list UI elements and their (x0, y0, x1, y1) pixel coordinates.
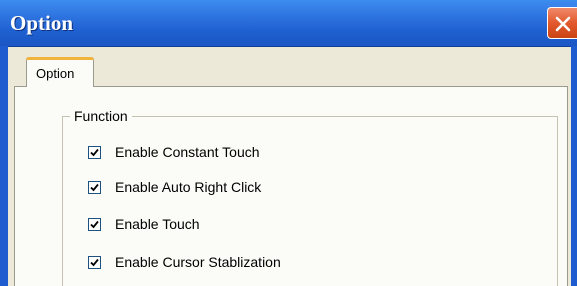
tab-option[interactable]: Option (26, 57, 94, 87)
function-group-label: Function (70, 108, 132, 124)
enable-cursor-stablization-checkbox[interactable] (88, 256, 101, 269)
checkmark-icon (90, 258, 99, 267)
checkmark-icon (90, 183, 99, 192)
title-bar[interactable]: Option (0, 0, 577, 47)
tab-label: Option (36, 66, 75, 81)
window-title: Option (10, 11, 74, 35)
option-label: Enable Touch (115, 216, 200, 232)
close-icon (555, 16, 571, 32)
checkmark-icon (90, 148, 99, 157)
option-label: Enable Cursor Stablization (115, 254, 281, 270)
window-border-left (0, 46, 8, 286)
option-label: Enable Auto Right Click (115, 179, 262, 195)
enable-touch-checkbox[interactable] (88, 218, 101, 231)
enable-auto-right-click-checkbox[interactable] (88, 181, 101, 194)
enable-constant-touch-checkbox[interactable] (88, 146, 101, 159)
close-button[interactable] (547, 7, 577, 39)
checkmark-icon (90, 220, 99, 229)
window-border-right (571, 46, 577, 286)
option-label: Enable Constant Touch (115, 144, 260, 160)
